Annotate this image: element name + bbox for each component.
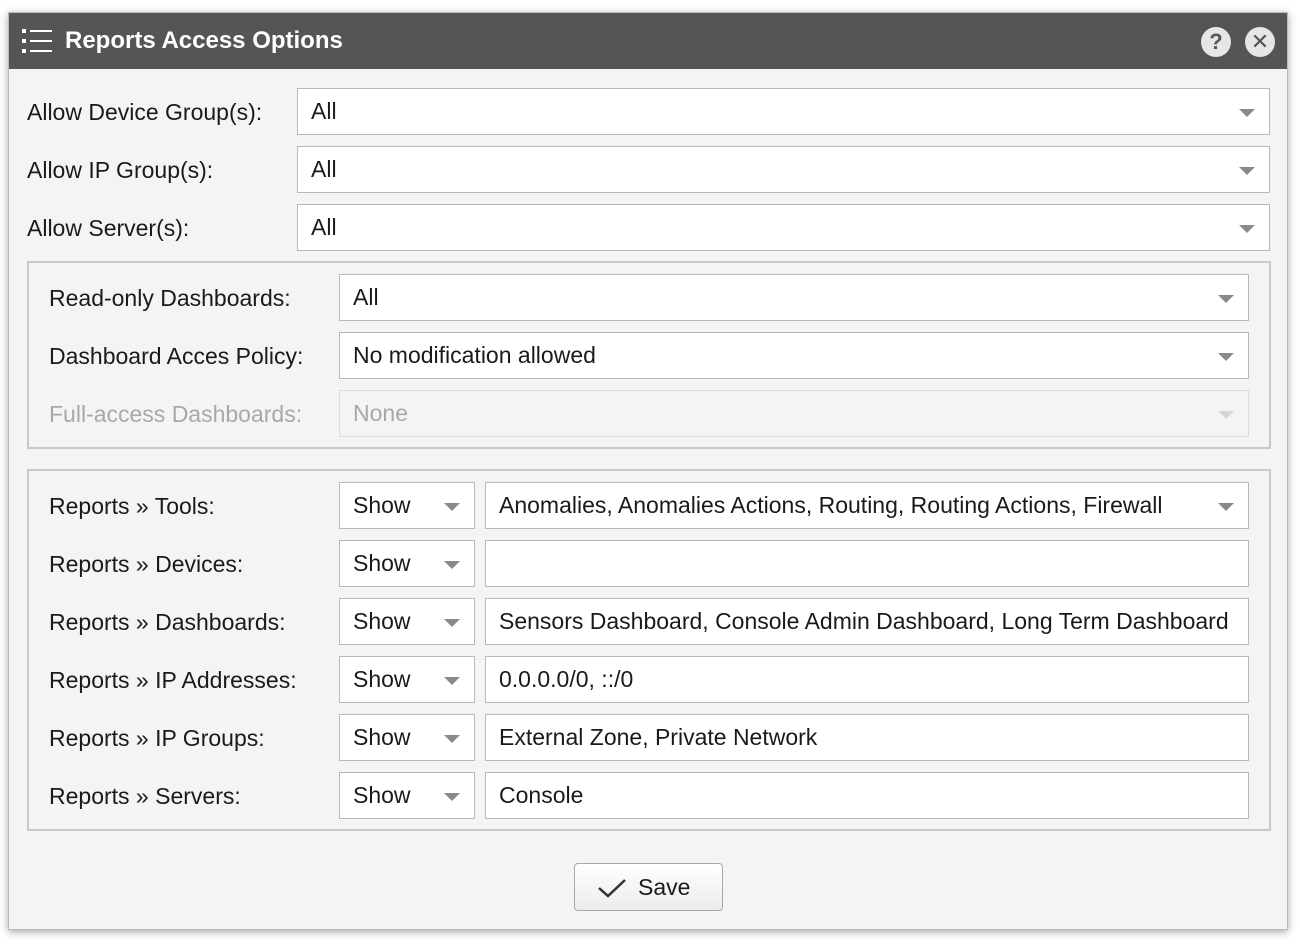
- reports-devices-mode-value: Show: [353, 550, 411, 576]
- full-access-dashboards-select: None: [339, 390, 1249, 437]
- close-icon: ✕: [1250, 29, 1270, 54]
- allow-servers-value: All: [311, 214, 337, 240]
- caret-down-icon: [1218, 411, 1234, 419]
- reports-tools-select[interactable]: Anomalies, Anomalies Actions, Routing, R…: [485, 482, 1249, 529]
- reports-devices-mode-select[interactable]: Show: [339, 540, 475, 587]
- caret-down-icon: [1239, 225, 1255, 233]
- save-button[interactable]: Save: [574, 863, 723, 911]
- caret-down-icon: [444, 619, 460, 627]
- caret-down-icon: [1218, 503, 1234, 511]
- help-button[interactable]: ?: [1201, 27, 1231, 57]
- allow-ip-groups-label: Allow IP Group(s):: [27, 157, 214, 183]
- readonly-dashboards-value: All: [353, 284, 379, 310]
- reports-tools-mode-select[interactable]: Show: [339, 482, 475, 529]
- dashboard-access-policy-select[interactable]: No modification allowed: [339, 332, 1249, 379]
- caret-down-icon: [1218, 353, 1234, 361]
- reports-dashboards-label: Reports » Dashboards:: [49, 609, 286, 635]
- close-button[interactable]: ✕: [1245, 27, 1275, 57]
- allow-servers-label: Allow Server(s):: [27, 215, 190, 241]
- reports-servers-input[interactable]: Console: [485, 772, 1249, 819]
- dialog-title: Reports Access Options: [65, 27, 343, 54]
- dashboard-access-policy-value: No modification allowed: [353, 342, 596, 368]
- reports-ip-groups-label: Reports » IP Groups:: [49, 725, 265, 751]
- allow-device-groups-select[interactable]: All: [297, 88, 1270, 135]
- dashboard-access-policy-label: Dashboard Acces Policy:: [49, 343, 304, 369]
- allow-device-groups-label: Allow Device Group(s):: [27, 99, 263, 125]
- caret-down-icon: [1218, 295, 1234, 303]
- reports-tools-label: Reports » Tools:: [49, 493, 215, 519]
- checkmark-icon: [598, 879, 626, 898]
- reports-dashboards-value: Sensors Dashboard, Console Admin Dashboa…: [499, 608, 1229, 634]
- reports-dashboards-mode-value: Show: [353, 608, 411, 634]
- reports-ip-groups-mode-select[interactable]: Show: [339, 714, 475, 761]
- reports-tools-value: Anomalies, Anomalies Actions, Routing, R…: [499, 492, 1163, 518]
- reports-servers-label: Reports » Servers:: [49, 783, 241, 809]
- reports-ip-groups-input[interactable]: External Zone, Private Network: [485, 714, 1249, 761]
- reports-tools-mode-value: Show: [353, 492, 411, 518]
- reports-ip-addresses-label: Reports » IP Addresses:: [49, 667, 297, 693]
- reports-devices-label: Reports » Devices:: [49, 551, 244, 577]
- reports-ip-groups-mode-value: Show: [353, 724, 411, 750]
- reports-devices-input[interactable]: [485, 540, 1249, 587]
- allow-device-groups-value: All: [311, 98, 337, 124]
- reports-panel: Reports » Tools: Show Anomalies, Anomali…: [27, 469, 1271, 831]
- readonly-dashboards-label: Read-only Dashboards:: [49, 285, 291, 311]
- save-button-label: Save: [638, 874, 691, 900]
- caret-down-icon: [1239, 167, 1255, 175]
- reports-ip-groups-value: External Zone, Private Network: [499, 724, 818, 750]
- caret-down-icon: [1239, 109, 1255, 117]
- reports-access-options-dialog: Reports Access Options ? ✕ Allow Device …: [8, 12, 1288, 930]
- caret-down-icon: [444, 735, 460, 743]
- reports-servers-value: Console: [499, 782, 584, 808]
- dashboards-panel: Read-only Dashboards: All Dashboard Acce…: [27, 261, 1271, 449]
- full-access-dashboards-label: Full-access Dashboards:: [49, 401, 303, 427]
- allow-servers-select[interactable]: All: [297, 204, 1270, 251]
- caret-down-icon: [444, 793, 460, 801]
- dialog-titlebar: Reports Access Options ? ✕: [9, 13, 1287, 69]
- reports-servers-mode-select[interactable]: Show: [339, 772, 475, 819]
- list-icon: [22, 29, 52, 53]
- caret-down-icon: [444, 561, 460, 569]
- allow-ip-groups-value: All: [311, 156, 337, 182]
- full-access-dashboards-value: None: [353, 400, 408, 426]
- reports-ip-addresses-input[interactable]: 0.0.0.0/0, ::/0: [485, 656, 1249, 703]
- reports-ip-addresses-mode-value: Show: [353, 666, 411, 692]
- reports-ip-addresses-value: 0.0.0.0/0, ::/0: [499, 666, 634, 692]
- reports-dashboards-mode-select[interactable]: Show: [339, 598, 475, 645]
- caret-down-icon: [444, 503, 460, 511]
- help-icon: ?: [1209, 29, 1223, 54]
- allow-ip-groups-select[interactable]: All: [297, 146, 1270, 193]
- readonly-dashboards-select[interactable]: All: [339, 274, 1249, 321]
- reports-ip-addresses-mode-select[interactable]: Show: [339, 656, 475, 703]
- reports-servers-mode-value: Show: [353, 782, 411, 808]
- reports-dashboards-input[interactable]: Sensors Dashboard, Console Admin Dashboa…: [485, 598, 1249, 645]
- caret-down-icon: [444, 677, 460, 685]
